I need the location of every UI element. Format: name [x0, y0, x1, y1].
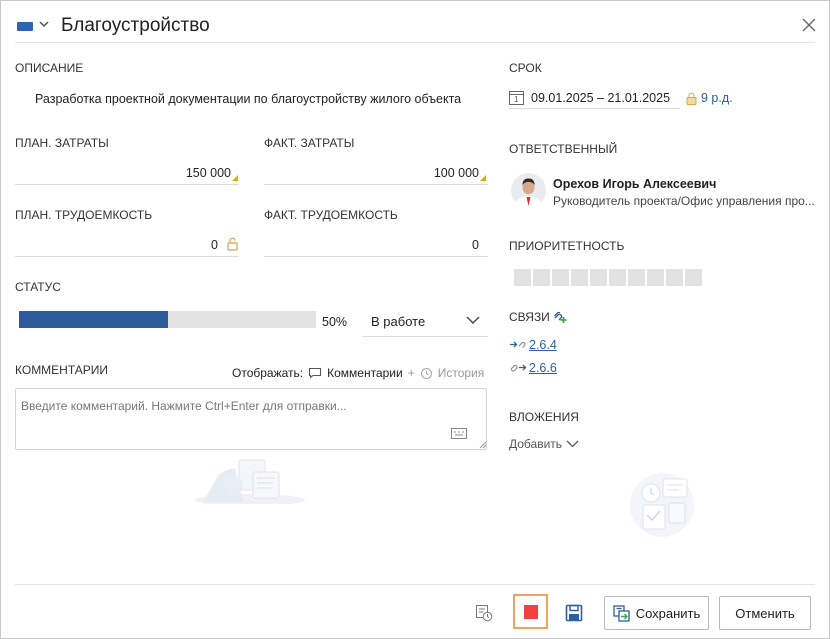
plan-costs-underline	[15, 184, 239, 185]
comments-option[interactable]: Комментарии	[327, 366, 403, 380]
plan-labor-label: ПЛАН. ТРУДОЕМКОСТЬ	[15, 208, 153, 222]
task-dialog: Благоустройство ОПИСАНИЕ Разработка прое…	[0, 0, 830, 639]
header-divider	[15, 42, 815, 43]
stop-icon	[523, 604, 538, 619]
chevron-down-icon[interactable]	[465, 315, 481, 325]
comment-placeholder: Введите комментарий. Нажмите Ctrl+Enter …	[21, 399, 347, 413]
priority-cell[interactable]	[590, 269, 607, 286]
unlock-icon[interactable]	[226, 237, 240, 251]
progress-percent: 50%	[322, 315, 348, 329]
priority-cell[interactable]	[609, 269, 626, 286]
empty-comments-illustration	[195, 459, 305, 504]
add-link-icon[interactable]	[552, 309, 568, 325]
history-icon[interactable]	[420, 367, 433, 380]
description-text[interactable]: Разработка проектной документации по бла…	[35, 92, 461, 106]
chevron-down-icon[interactable]	[38, 18, 50, 30]
priority-cell[interactable]	[571, 269, 588, 286]
link-item[interactable]: 2.6.4	[529, 338, 557, 352]
priority-cell[interactable]	[685, 269, 702, 286]
links-label: СВЯЗИ	[509, 310, 550, 324]
deadline-range[interactable]: 09.01.2025 – 21.01.2025	[531, 91, 670, 105]
plan-costs-value[interactable]: 150 000	[101, 166, 231, 180]
close-icon[interactable]	[801, 17, 817, 33]
chain-link-icon	[510, 364, 527, 372]
save-button-label: Сохранить	[635, 605, 701, 621]
link-item[interactable]: 2.6.6	[529, 361, 557, 375]
fact-costs-label: ФАКТ. ЗАТРАТЫ	[264, 136, 355, 150]
empty-attachments-illustration	[630, 473, 694, 537]
arrow-link-icon	[510, 341, 526, 348]
deadline-duration: 9 р.д.	[701, 91, 733, 105]
add-attachment-label: Добавить	[509, 437, 563, 451]
responsible-role: Руководитель проекта/Офис управления про…	[553, 194, 815, 208]
priority-cell[interactable]	[666, 269, 683, 286]
edit-marker-icon	[480, 175, 486, 181]
responsible-name[interactable]: Орехов Игорь Алексеевич	[553, 177, 716, 191]
resize-handle-icon[interactable]	[479, 441, 487, 449]
edit-marker-icon	[232, 175, 238, 181]
deadline-label: СРОК	[509, 61, 542, 75]
priority-cell[interactable]	[514, 269, 531, 286]
save-icon[interactable]	[565, 604, 583, 622]
fact-costs-value[interactable]: 100 000	[351, 166, 479, 180]
progress-fill	[19, 311, 168, 328]
status-select-value[interactable]: В работе	[371, 314, 425, 329]
description-label: ОПИСАНИЕ	[15, 61, 84, 75]
fact-labor-label: ФАКТ. ТРУДОЕМКОСТЬ	[264, 208, 398, 222]
attachments-label: ВЛОЖЕНИЯ	[509, 410, 579, 424]
plan-labor-value[interactable]: 0	[121, 238, 218, 252]
status-label: СТАТУС	[15, 280, 61, 294]
status-select-underline	[363, 336, 488, 337]
flag-icon[interactable]	[17, 22, 33, 31]
plus-separator: +	[407, 366, 415, 380]
plan-labor-underline	[15, 256, 239, 257]
comment-input[interactable]	[15, 388, 487, 450]
show-label: Отображать:	[232, 366, 304, 380]
footer-divider	[15, 584, 815, 585]
calendar-day: 1	[514, 95, 519, 104]
lock-icon[interactable]	[686, 92, 697, 105]
comment-icon[interactable]	[308, 367, 322, 379]
stop-button[interactable]	[513, 594, 548, 629]
comments-filter: Отображать: Комментарии + История	[232, 366, 484, 380]
responsible-label: ОТВЕТСТВЕННЫЙ	[509, 142, 618, 156]
priority-cell[interactable]	[552, 269, 569, 286]
priority-cell[interactable]	[647, 269, 664, 286]
schedule-icon[interactable]	[475, 604, 493, 622]
deadline-underline	[509, 108, 680, 109]
avatar[interactable]	[511, 173, 546, 208]
priority-label: ПРИОРИТЕТНОСТЬ	[509, 239, 625, 253]
priority-cell[interactable]	[533, 269, 550, 286]
fact-labor-underline	[264, 256, 488, 257]
add-attachment-dropdown[interactable]: Добавить	[509, 437, 579, 451]
fact-costs-underline	[264, 184, 488, 185]
keyboard-icon[interactable]	[451, 428, 467, 439]
cancel-button[interactable]: Отменить	[719, 596, 811, 630]
dialog-title: Благоустройство	[61, 15, 210, 36]
priority-cell[interactable]	[628, 269, 645, 286]
plan-costs-label: ПЛАН. ЗАТРАТЫ	[15, 136, 109, 150]
chevron-down-icon	[566, 440, 579, 448]
fact-labor-value[interactable]: 0	[381, 238, 479, 252]
comments-label: КОММЕНТАРИИ	[15, 363, 109, 377]
save-and-close-icon	[613, 604, 630, 622]
history-option[interactable]: История	[438, 366, 485, 380]
save-button[interactable]: Сохранить	[604, 596, 709, 630]
